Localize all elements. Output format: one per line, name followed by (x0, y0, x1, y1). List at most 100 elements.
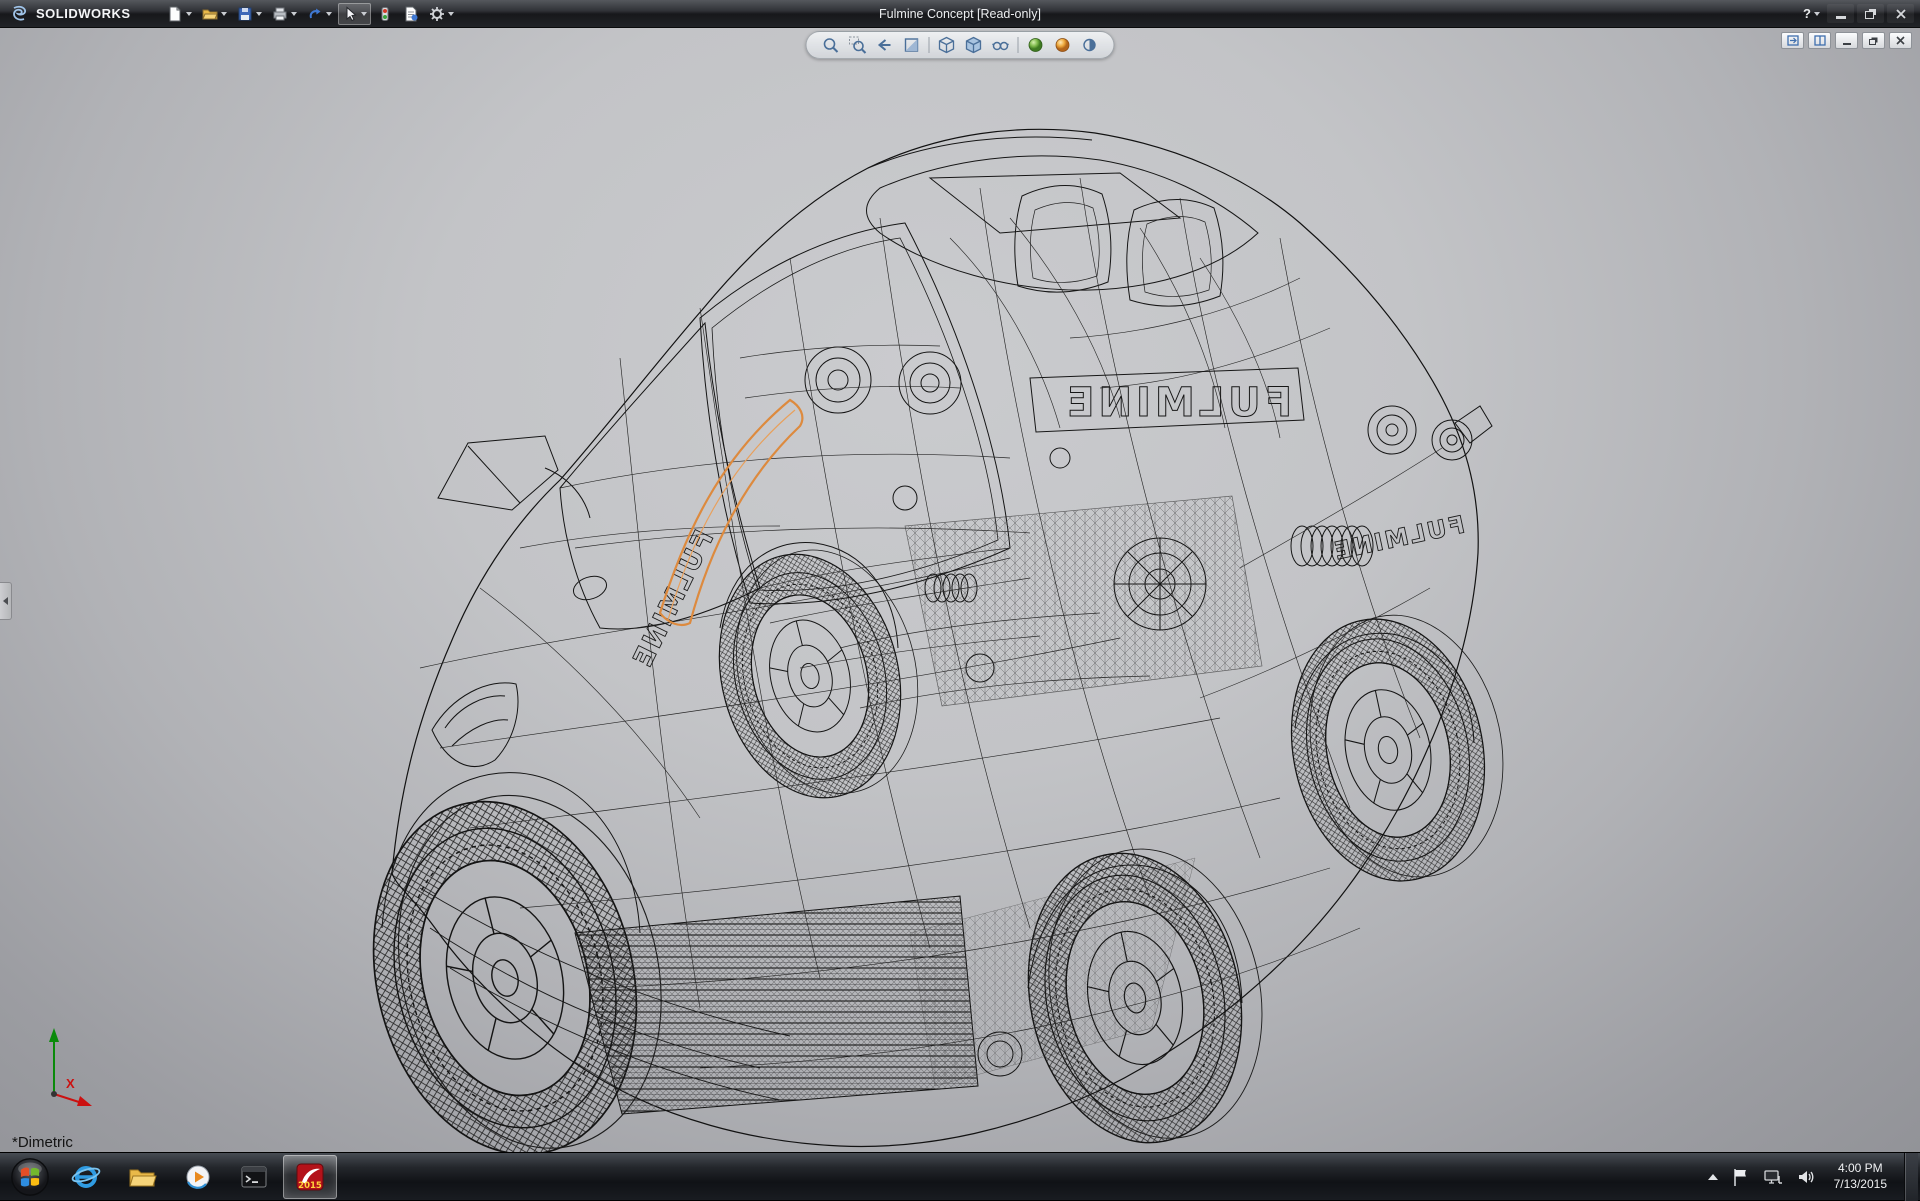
model-badge-side: FULMINE (1330, 510, 1467, 565)
print-button[interactable] (268, 3, 301, 25)
taskbar-item-internet-explorer[interactable] (59, 1155, 113, 1199)
view-settings-button[interactable] (1080, 35, 1100, 55)
print-icon (272, 6, 288, 22)
internet-explorer-icon (71, 1162, 101, 1192)
document-window-controls (1781, 32, 1912, 49)
minimize-icon (1836, 16, 1846, 19)
hide-show-glasses-icon (992, 36, 1010, 54)
file-properties-icon (403, 6, 419, 22)
close-button[interactable] (1887, 4, 1914, 23)
taskbar-item-solidworks-2015[interactable]: 2015 (283, 1155, 337, 1199)
help-label: ? (1803, 6, 1811, 21)
brand-text: SOLIDWORKS (36, 6, 131, 21)
feature-manager-collapsed-tab[interactable] (0, 582, 12, 620)
clock-time: 4:00 PM (1834, 1161, 1887, 1177)
headsup-view-toolbar (806, 31, 1115, 59)
rebuild-traffic-light-icon (377, 6, 393, 22)
zoom-to-fit-icon (822, 36, 840, 54)
close-icon (1896, 9, 1906, 19)
taskbar-clock[interactable]: 4:00 PM 7/13/2015 (1828, 1161, 1893, 1192)
solidworks-year-badge: 2015 (298, 1181, 322, 1191)
zoom-to-area-button[interactable] (848, 35, 868, 55)
select-cursor-icon (342, 6, 358, 22)
show-desktop-button[interactable] (1904, 1153, 1918, 1201)
command-prompt-icon (239, 1162, 269, 1192)
action-center-flag-icon[interactable] (1729, 1166, 1751, 1188)
display-style-icon (965, 36, 983, 54)
doc-restore-button[interactable] (1862, 32, 1885, 49)
split-pane-button[interactable] (1808, 32, 1831, 49)
app-logo: SOLIDWORKS (0, 5, 141, 23)
dassault-3ds-icon (10, 5, 30, 23)
viewport: FULMINE FULMINE FULMINE (0, 28, 1920, 1152)
apply-scene-ball-icon (1054, 36, 1072, 54)
titlebar-toolbar (163, 3, 458, 25)
new-document-icon (167, 6, 183, 22)
folder-icon (127, 1162, 157, 1192)
select-pane-button[interactable] (1781, 32, 1804, 49)
undo-button[interactable] (303, 3, 336, 25)
restore-icon (1865, 11, 1874, 19)
minimize-button[interactable] (1827, 4, 1854, 23)
clock-date: 7/13/2015 (1834, 1177, 1887, 1193)
edit-appearance-button[interactable] (1026, 35, 1046, 55)
help-button[interactable]: ? (1799, 6, 1824, 21)
windows-start-icon (10, 1157, 50, 1197)
flyout-caret[interactable] (186, 12, 192, 16)
flyout-caret[interactable] (291, 12, 297, 16)
open-button[interactable] (198, 3, 231, 25)
pane-icon (1787, 35, 1799, 46)
apply-scene-button[interactable] (1053, 35, 1073, 55)
triad-x-label: X (66, 1076, 75, 1091)
view-orientation-label: *Dimetric (12, 1134, 73, 1151)
minimize-icon (1843, 43, 1851, 45)
save-button[interactable] (233, 3, 266, 25)
taskbar: 2015 4:00 PM 7/13/2015 (0, 1152, 1920, 1200)
doc-minimize-button[interactable] (1835, 32, 1858, 49)
hide-show-items-button[interactable] (991, 35, 1011, 55)
previous-view-button[interactable] (875, 35, 895, 55)
taskbar-item-media-player[interactable] (171, 1155, 225, 1199)
doc-close-button[interactable] (1889, 32, 1912, 49)
new-document-button[interactable] (163, 3, 196, 25)
start-button[interactable] (8, 1155, 52, 1199)
restore-button[interactable] (1857, 4, 1884, 23)
rebuild-button[interactable] (373, 3, 397, 25)
previous-view-icon (876, 36, 894, 54)
save-icon (237, 6, 253, 22)
toolbar-separator (929, 37, 930, 53)
view-orientation-button[interactable] (937, 35, 957, 55)
model-badge-pillar: FULMINE (627, 525, 720, 673)
section-view-button[interactable] (902, 35, 922, 55)
reference-triad: X (14, 1016, 98, 1108)
graphics-area-model-wireframe[interactable]: FULMINE FULMINE FULMINE (0, 28, 1920, 1152)
flyout-caret[interactable] (221, 12, 227, 16)
view-orientation-cube-icon (938, 36, 956, 54)
flyout-caret[interactable] (256, 12, 262, 16)
show-hidden-icons-button[interactable] (1708, 1174, 1718, 1180)
volume-icon[interactable] (1795, 1166, 1817, 1188)
file-properties-button[interactable] (399, 3, 423, 25)
edit-appearance-ball-icon (1027, 36, 1045, 54)
media-player-icon (183, 1162, 213, 1192)
flyout-caret[interactable] (1814, 12, 1820, 16)
flyout-caret[interactable] (326, 12, 332, 16)
system-tray: 4:00 PM 7/13/2015 (1708, 1153, 1920, 1200)
view-settings-icon (1081, 36, 1099, 54)
section-view-icon (903, 36, 921, 54)
zoom-to-fit-button[interactable] (821, 35, 841, 55)
model-badge-rear: FULMINE (1063, 380, 1292, 426)
flyout-caret[interactable] (448, 12, 454, 16)
close-icon (1896, 36, 1905, 45)
options-button[interactable] (425, 3, 458, 25)
undo-icon (307, 6, 323, 22)
taskbar-item-windows-explorer[interactable] (115, 1155, 169, 1199)
taskbar-item-command-prompt[interactable] (227, 1155, 281, 1199)
select-button[interactable] (338, 3, 371, 25)
network-icon[interactable] (1762, 1166, 1784, 1188)
flyout-caret[interactable] (361, 12, 367, 16)
toolbar-separator (1018, 37, 1019, 53)
restore-icon (1869, 39, 1876, 45)
display-style-button[interactable] (964, 35, 984, 55)
titlebar: SOLIDWORKS (0, 0, 1920, 28)
